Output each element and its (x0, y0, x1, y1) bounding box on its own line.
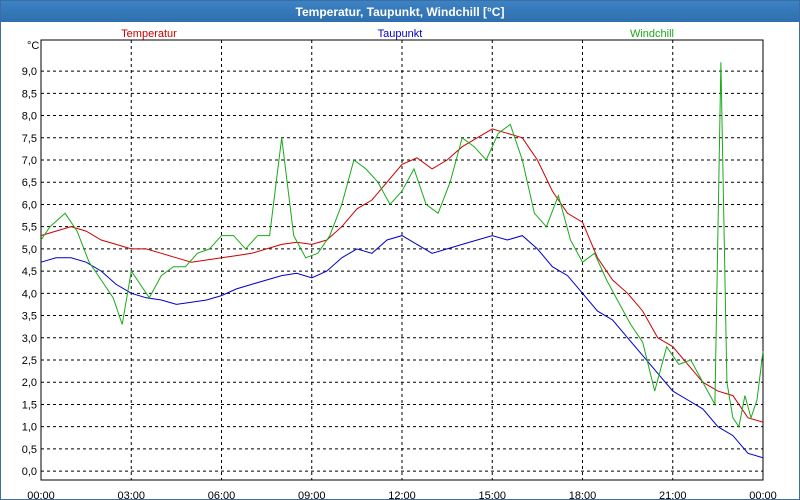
y-tick-label: 8,5 (22, 88, 37, 100)
y-tick-label: 7,0 (22, 155, 37, 167)
y-tick-label: 8,0 (22, 111, 37, 123)
x-tick-time: 03:00 (117, 490, 145, 499)
y-tick-label: 6,5 (22, 177, 37, 189)
chart-window: Temperatur, Taupunkt, Windchill [°C] 0,0… (0, 0, 800, 500)
x-tick-time: 00:00 (749, 490, 777, 499)
y-tick-label: 0,0 (22, 466, 37, 478)
window-title: Temperatur, Taupunkt, Windchill [°C] (295, 4, 505, 19)
x-tick-time: 09:00 (298, 490, 326, 499)
y-tick-label: 2,5 (22, 355, 37, 367)
line-chart: 0,0 0,5 1,0 1,5 2,0 2,5 3,0 3,5 4,0 4,5 5,0 5,5 6,0 6… (22, 28, 777, 499)
x-tick-time: 12:00 (388, 490, 416, 499)
x-tick-time: 21:00 (659, 490, 687, 499)
x-axis: 00:0022.10.1603:0022.10.1606:0022.10.160… (27, 490, 777, 499)
y-tick-label: 7,5 (22, 133, 37, 145)
y-tick-label: 4,5 (22, 266, 37, 278)
legend-entry-windchill: Windchill (630, 28, 674, 40)
y-tick-label: 5,0 (22, 244, 37, 256)
y-tick-label: 0,5 (22, 444, 37, 456)
y-tick-label: 3,0 (22, 333, 37, 345)
x-tick-time: 15:00 (478, 490, 506, 499)
y-tick-label: 5,5 (22, 222, 37, 234)
legend: Temperatur Taupunkt Windchill (121, 28, 674, 40)
y-tick-label: 9,0 (22, 66, 37, 78)
y-tick-label: 1,5 (22, 399, 37, 411)
legend-entry-temperatur: Temperatur (121, 28, 177, 40)
window-titlebar: Temperatur, Taupunkt, Windchill [°C] (1, 1, 799, 22)
y-tick-label: 6,0 (22, 199, 37, 211)
x-tick-time: 18:00 (569, 490, 597, 499)
y-tick-label: 1,0 (22, 422, 37, 434)
y-tick-label: 4,0 (22, 288, 37, 300)
y-tick-label: 3,5 (22, 311, 37, 323)
x-tick-time: 06:00 (208, 490, 236, 499)
y-axis-unit: °C (27, 40, 39, 52)
legend-entry-taupunkt: Taupunkt (378, 28, 423, 40)
x-tick-time: 00:00 (27, 490, 55, 499)
y-tick-label: 2,0 (22, 377, 37, 389)
y-axis: 0,0 0,5 1,0 1,5 2,0 2,5 3,0 3,5 4,0 4,5 5,0 5,5 6,0 6… (22, 66, 37, 478)
